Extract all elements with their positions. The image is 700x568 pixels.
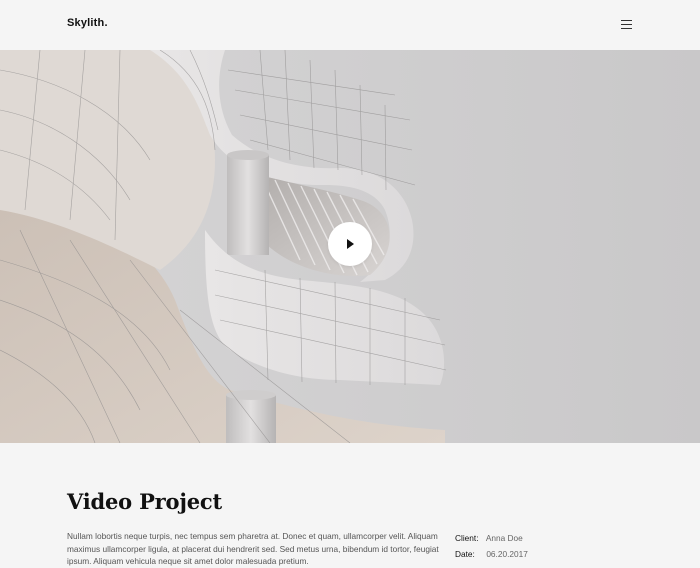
play-icon xyxy=(347,239,354,249)
menu-line xyxy=(621,28,632,29)
play-button[interactable] xyxy=(328,222,372,266)
column-top xyxy=(227,155,269,255)
hamburger-menu-icon[interactable] xyxy=(620,19,634,31)
meta-label: Client: xyxy=(455,533,479,543)
project-details: Video Project Nullam lobortis neque turp… xyxy=(0,443,700,566)
meta-date: Date: 06.20.2017 xyxy=(455,547,528,563)
hero-video-image[interactable] xyxy=(0,50,700,443)
meta-label: Date: xyxy=(455,548,475,559)
meta-value: 06.20.2017 xyxy=(486,548,528,559)
project-title: Video Project xyxy=(67,489,222,514)
project-description: Nullam lobortis neque turpis, nec tempus… xyxy=(67,531,439,566)
project-meta: Client: Anna Doe Date: 06.20.2017 xyxy=(455,531,528,562)
meta-client: Client: Anna Doe xyxy=(455,531,528,547)
column-bottom xyxy=(226,395,276,443)
site-logo[interactable]: Skylith. xyxy=(67,17,108,29)
column-top-cap xyxy=(227,150,269,160)
menu-line xyxy=(621,20,632,21)
site-header: Skylith. xyxy=(0,0,700,50)
menu-line xyxy=(621,24,632,25)
meta-value: Anna Doe xyxy=(485,533,523,543)
